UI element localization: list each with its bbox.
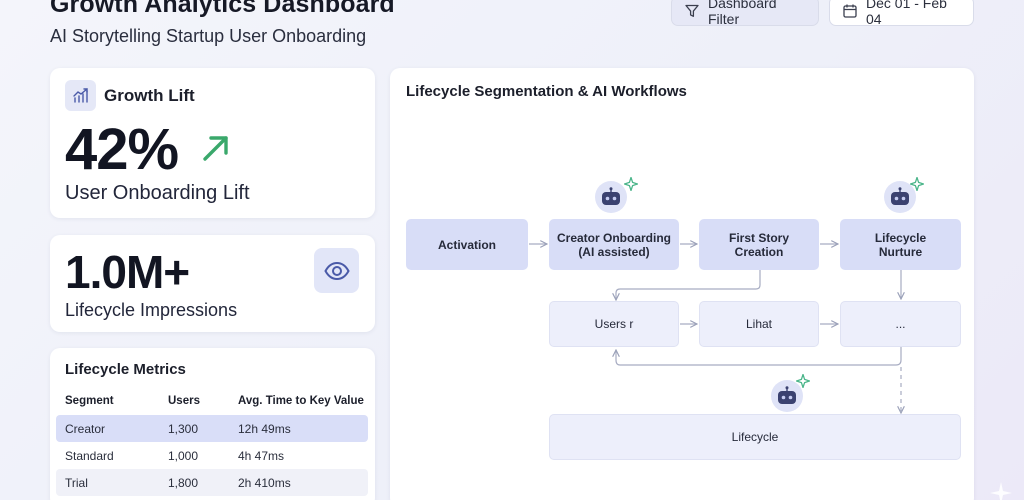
cell-avg-time: 4h 47ms: [238, 449, 285, 463]
node-more-label: ...: [895, 317, 906, 331]
eye-icon[interactable]: [314, 248, 359, 293]
node-first-story-line1: First Story: [728, 230, 789, 245]
node-creator-onboarding[interactable]: Creator Onboarding (AI assisted): [549, 219, 679, 270]
impressions-value: 1.0M+: [65, 246, 190, 298]
growth-lift-value: 42%: [65, 117, 179, 182]
column-header-users: Users: [168, 395, 200, 407]
growth-lift-caption: User Onboarding Lift: [65, 182, 250, 204]
node-lifecycle[interactable]: Lifecycle: [549, 414, 961, 460]
node-nurture-line2: Nurture: [878, 244, 923, 259]
lifecycle-workflow-card: Lifecycle Segmentation & AI Workflows Ac…: [390, 68, 974, 500]
cell-users: 1,000: [168, 449, 199, 463]
cell-segment: Standard: [65, 449, 114, 463]
cell-users: 1,300: [168, 422, 199, 436]
date-range-button[interactable]: Dec 01 - Feb 04: [829, 0, 974, 27]
column-header-avg-time: Avg. Time to Key Value: [238, 395, 364, 407]
cell-avg-time: 12h 49ms: [238, 422, 291, 436]
dashboard-filter-button[interactable]: Dashboard Filter: [671, 0, 819, 27]
node-lifecycle-label: Lifecycle: [731, 430, 779, 444]
lifecycle-metrics-table: Segment Users Avg. Time to Key Value Cre…: [56, 388, 368, 496]
growth-lift-title: Growth Lift: [104, 86, 195, 105]
sparkle-icon: [910, 177, 924, 191]
cell-segment: Trial: [65, 476, 88, 490]
node-activation-label: Activation: [437, 237, 496, 252]
sparkle-icon: [796, 374, 810, 388]
table-header-row: Segment Users Avg. Time to Key Value: [56, 388, 368, 415]
lifecycle-metrics-title: Lifecycle Metrics: [65, 361, 186, 378]
node-nurture-line1: Lifecycle: [874, 230, 927, 245]
impressions-caption: Lifecycle Impressions: [65, 300, 238, 320]
growth-lift-card: Growth Lift 42% User Onboarding Lift: [50, 68, 375, 218]
table-row[interactable]: Creator 1,300 12h 49ms: [56, 415, 368, 442]
node-users-label: Users r: [594, 317, 634, 331]
connector-first-story-users: [616, 270, 761, 300]
cell-avg-time: 2h 410ms: [238, 476, 291, 490]
filter-icon: [685, 4, 699, 17]
impressions-card: 1.0M+ Lifecycle Impressions: [50, 235, 375, 332]
dashboard-filter-label: Dashboard Filter: [708, 0, 777, 27]
arrow-up-right-icon: [203, 136, 228, 161]
node-lifecycle-nurture[interactable]: Lifecycle Nurture: [840, 219, 961, 270]
lifecycle-metrics-card: Lifecycle Metrics Segment Users Avg. Tim…: [50, 348, 375, 500]
node-activation[interactable]: Activation: [406, 219, 528, 270]
cell-segment: Creator: [65, 422, 106, 436]
node-users[interactable]: Users r: [549, 301, 679, 347]
node-creator-onboarding-line2: (AI assisted): [578, 244, 650, 259]
decorative-sparkle-icon: [990, 482, 1012, 500]
page-subtitle: AI Storytelling Startup User Onboarding: [50, 26, 367, 46]
node-creator-onboarding-line1: Creator Onboarding: [556, 230, 671, 245]
node-lihat-label: Lihat: [745, 317, 773, 331]
cell-users: 1,800: [168, 476, 199, 490]
sparkle-icon: [624, 177, 638, 191]
node-more[interactable]: ...: [840, 301, 961, 347]
column-header-segment: Segment: [65, 395, 114, 407]
node-first-story-line2: Creation: [734, 244, 784, 259]
table-row[interactable]: Standard 1,000 4h 47ms: [56, 442, 368, 469]
ai-robot-icon: [595, 181, 627, 213]
calendar-icon: [843, 4, 857, 18]
connector-loop-back: [616, 347, 902, 366]
node-lihat[interactable]: Lihat: [699, 301, 819, 347]
chart-trend-icon: [65, 80, 96, 111]
date-range-label: Dec 01 - Feb 04: [866, 0, 947, 27]
table-row[interactable]: Trial 1,800 2h 410ms: [56, 469, 368, 496]
page-title: Growth Analytics Dashboard: [50, 0, 395, 18]
node-first-story-creation[interactable]: First Story Creation: [699, 219, 819, 270]
